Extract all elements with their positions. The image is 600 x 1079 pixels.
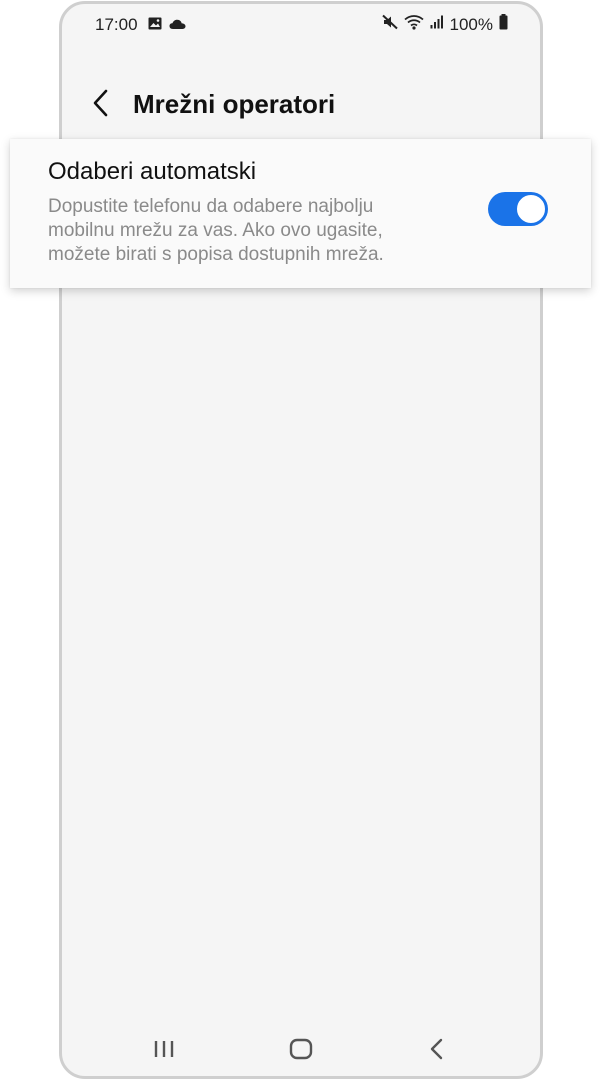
auto-select-toggle[interactable]: [488, 192, 548, 226]
navigation-bar: [62, 1020, 540, 1076]
setting-description: Dopustite telefonu da odabere najbolju m…: [48, 196, 384, 265]
gallery-icon: [148, 17, 162, 35]
back-button[interactable]: [86, 86, 116, 120]
app-bar: Mrežni operatori: [62, 74, 540, 134]
mute-icon: [381, 14, 398, 35]
status-time: 17:00: [95, 15, 138, 34]
toggle-knob: [515, 193, 547, 225]
home-icon: [289, 1038, 313, 1060]
recents-icon: [154, 1041, 174, 1057]
wifi-icon: [403, 14, 424, 35]
recents-button[interactable]: [144, 1032, 184, 1066]
chevron-left-icon: [93, 89, 108, 117]
back-icon: [430, 1038, 443, 1060]
status-right-icons: 100%: [381, 14, 508, 35]
signal-icon: [430, 15, 444, 34]
battery-icon: [499, 14, 508, 35]
battery-percent: 100%: [449, 14, 493, 34]
page-title: Mrežni operatori: [133, 89, 336, 119]
home-button[interactable]: [281, 1032, 321, 1066]
status-bar: 17:00 100%: [62, 4, 540, 44]
status-left-icons: [148, 17, 186, 35]
setting-title: Odaberi automatski: [48, 158, 257, 185]
cloud-icon: [169, 17, 186, 35]
nav-back-button[interactable]: [417, 1032, 457, 1066]
auto-select-card[interactable]: Odaberi automatski Dopustite telefonu da…: [10, 139, 591, 288]
